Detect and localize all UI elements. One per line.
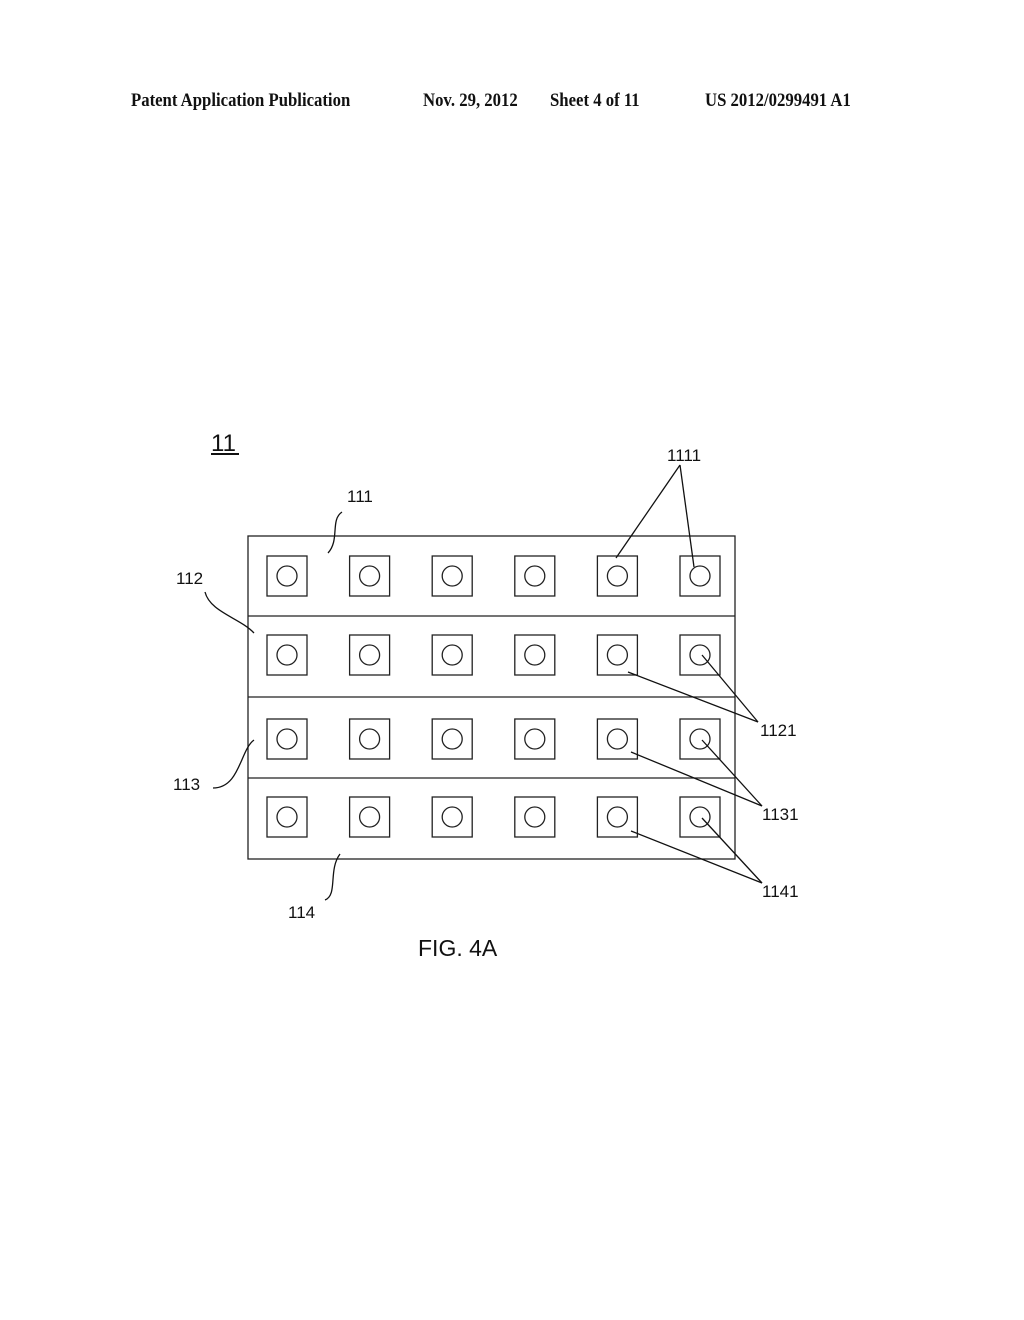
cell-circle: [441, 728, 463, 750]
cell-circle: [606, 728, 629, 750]
cell-square: [348, 796, 391, 838]
cell-square: [514, 634, 556, 676]
cell-square: [679, 555, 721, 597]
row-ref-label: 114: [288, 903, 315, 922]
leader-1111-b: [679, 464, 695, 568]
cell-square: [514, 555, 556, 597]
cell-circle: [689, 565, 711, 587]
cell-circle: [524, 806, 546, 828]
cell-circle: [441, 806, 463, 828]
leader-111: [327, 511, 343, 554]
cell-circle: [606, 565, 629, 587]
cell-square: [431, 796, 473, 838]
element-ref-label: 1121: [760, 721, 797, 740]
leader-112: [204, 591, 255, 634]
component-ref-label: 11: [211, 430, 236, 457]
cell-circle: [606, 644, 629, 666]
cell-circle: [276, 728, 298, 750]
cell-circle: [441, 565, 463, 587]
patent-figure: 11 111 112 113 114 1111 1121 1131 1141 F…: [173, 430, 799, 961]
cell-circle: [358, 806, 381, 828]
cell-circle: [276, 644, 298, 666]
cell-square: [514, 718, 556, 760]
cell-square: [266, 555, 308, 597]
cell-square: [348, 634, 391, 676]
leader-1141-a: [630, 830, 763, 884]
cell-square: [596, 718, 639, 760]
cell-square: [514, 796, 556, 838]
cell-circle: [524, 644, 546, 666]
cell-circle: [606, 806, 629, 828]
cell-square: [596, 634, 639, 676]
element-ref-label: 1131: [762, 805, 799, 824]
element-ref-label: 1111: [667, 446, 701, 465]
cell-circle: [524, 728, 546, 750]
leader-1111-a: [615, 464, 681, 559]
cell-circle: [358, 565, 381, 587]
leader-1121-b: [701, 654, 759, 723]
leader-1131-a: [630, 751, 763, 807]
row-ref-label: 112: [176, 569, 203, 588]
cell-circle: [358, 644, 381, 666]
cell-square: [596, 555, 639, 597]
cell-square: [266, 796, 308, 838]
figure-caption: FIG. 4A: [418, 935, 498, 961]
cell-square: [431, 555, 473, 597]
element-ref-label: 1141: [762, 882, 799, 901]
cell-square: [431, 634, 473, 676]
cell-circle: [441, 644, 463, 666]
cell-circle: [276, 565, 298, 587]
leader-114: [324, 853, 341, 901]
cell-square: [266, 634, 308, 676]
cell-square: [431, 718, 473, 760]
row-ref-label: 113: [173, 775, 200, 794]
cell-circle: [358, 728, 381, 750]
cell-circle: [276, 806, 298, 828]
cell-square: [266, 718, 308, 760]
leader-1141-b: [701, 817, 763, 884]
cell-circle: [689, 644, 711, 666]
cell-circle: [524, 565, 546, 587]
row-ref-label: 111: [347, 487, 373, 506]
cell-square: [348, 718, 391, 760]
leader-1131-b: [701, 739, 763, 807]
cell-square: [348, 555, 391, 597]
